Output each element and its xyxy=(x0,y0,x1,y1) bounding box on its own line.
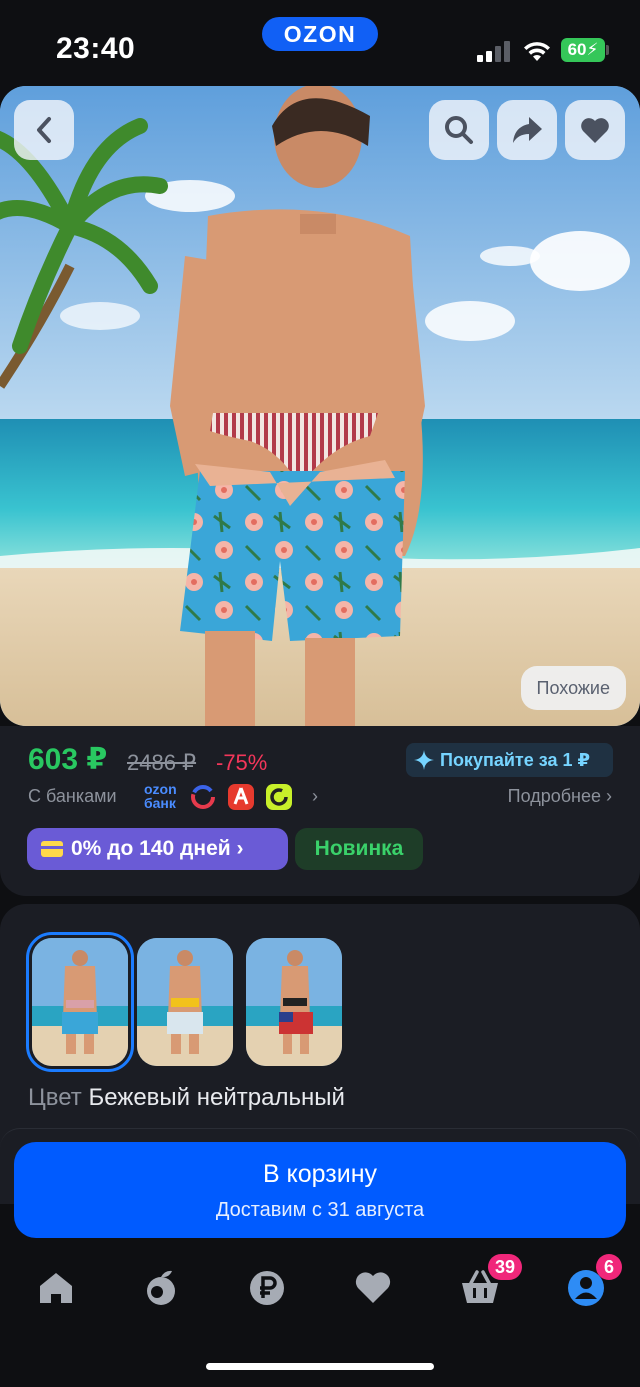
heart-icon xyxy=(581,118,609,143)
home-icon[interactable] xyxy=(36,1268,76,1308)
ozon-logo: OZON xyxy=(262,17,378,51)
status-bar: 23:40 OZON 60⚡ xyxy=(0,0,640,86)
share-button[interactable] xyxy=(497,100,557,160)
signal-icon xyxy=(477,40,511,62)
product-photo xyxy=(0,86,640,726)
new-badge: Новинка xyxy=(295,828,423,870)
favorite-button[interactable] xyxy=(565,100,625,160)
current-price: 603 ₽ xyxy=(28,743,108,776)
back-button[interactable] xyxy=(14,100,74,160)
color-value: Бежевый нейтральный xyxy=(88,1084,345,1111)
color-label: Цвет xyxy=(28,1084,82,1111)
add-to-cart-label: В корзину xyxy=(262,1160,378,1188)
favorites-icon[interactable] xyxy=(353,1268,393,1308)
bank-icon-3 xyxy=(266,784,292,810)
add-to-cart-button[interactable]: В корзину Доставим с 31 августа xyxy=(14,1142,626,1238)
fresh-icon[interactable] xyxy=(141,1268,181,1308)
ozon-bank-logo: ozon банк xyxy=(144,781,177,811)
buy-for-1-ruble-button[interactable]: Покупайте за 1 ₽ xyxy=(406,743,613,777)
delivery-date: Доставим с 31 августа xyxy=(215,1199,425,1221)
chevron-right-icon[interactable]: › xyxy=(312,786,318,807)
profile-badge: 6 xyxy=(596,1254,622,1280)
battery-tip xyxy=(606,45,609,55)
installment-button[interactable]: 0% до 140 дней › xyxy=(27,828,288,870)
home-indicator[interactable] xyxy=(206,1363,434,1370)
variant-thumb-1[interactable] xyxy=(26,932,134,1072)
status-time: 23:40 xyxy=(56,32,136,65)
color-selection: Цвет Бежевый нейтральный xyxy=(28,1084,345,1112)
buy-for-1-ruble-label: Покупайте за 1 ₽ xyxy=(440,750,590,770)
variant-thumb-3[interactable] xyxy=(246,938,342,1066)
chevron-left-icon xyxy=(37,117,51,143)
more-details-link[interactable]: Подробнее › xyxy=(508,786,612,807)
price-card: 603 ₽ 2486 ₽ -75% Покупайте за 1 ₽ С бан… xyxy=(0,726,640,896)
old-price: 2486 ₽ xyxy=(127,750,197,775)
similar-button[interactable]: Похожие xyxy=(520,666,626,710)
product-image[interactable]: Похожие xyxy=(0,86,640,726)
sparkle-icon xyxy=(414,750,434,770)
variant-image xyxy=(246,938,342,1066)
bank-icon-1 xyxy=(190,784,216,810)
search-button[interactable] xyxy=(429,100,489,160)
bank-icon-2 xyxy=(228,784,254,810)
search-icon xyxy=(445,116,473,144)
ruble-icon[interactable] xyxy=(247,1268,287,1308)
variant-image xyxy=(32,938,128,1066)
battery-indicator: 60⚡ xyxy=(561,38,605,62)
banks-label[interactable]: С банками xyxy=(28,786,117,807)
share-icon xyxy=(513,117,542,143)
variant-image xyxy=(137,938,233,1066)
cart-badge: 39 xyxy=(488,1254,523,1280)
variant-thumb-2[interactable] xyxy=(137,938,233,1066)
discount-percent: -75% xyxy=(216,750,268,775)
wifi-icon xyxy=(524,42,550,61)
card-icon xyxy=(41,841,63,857)
